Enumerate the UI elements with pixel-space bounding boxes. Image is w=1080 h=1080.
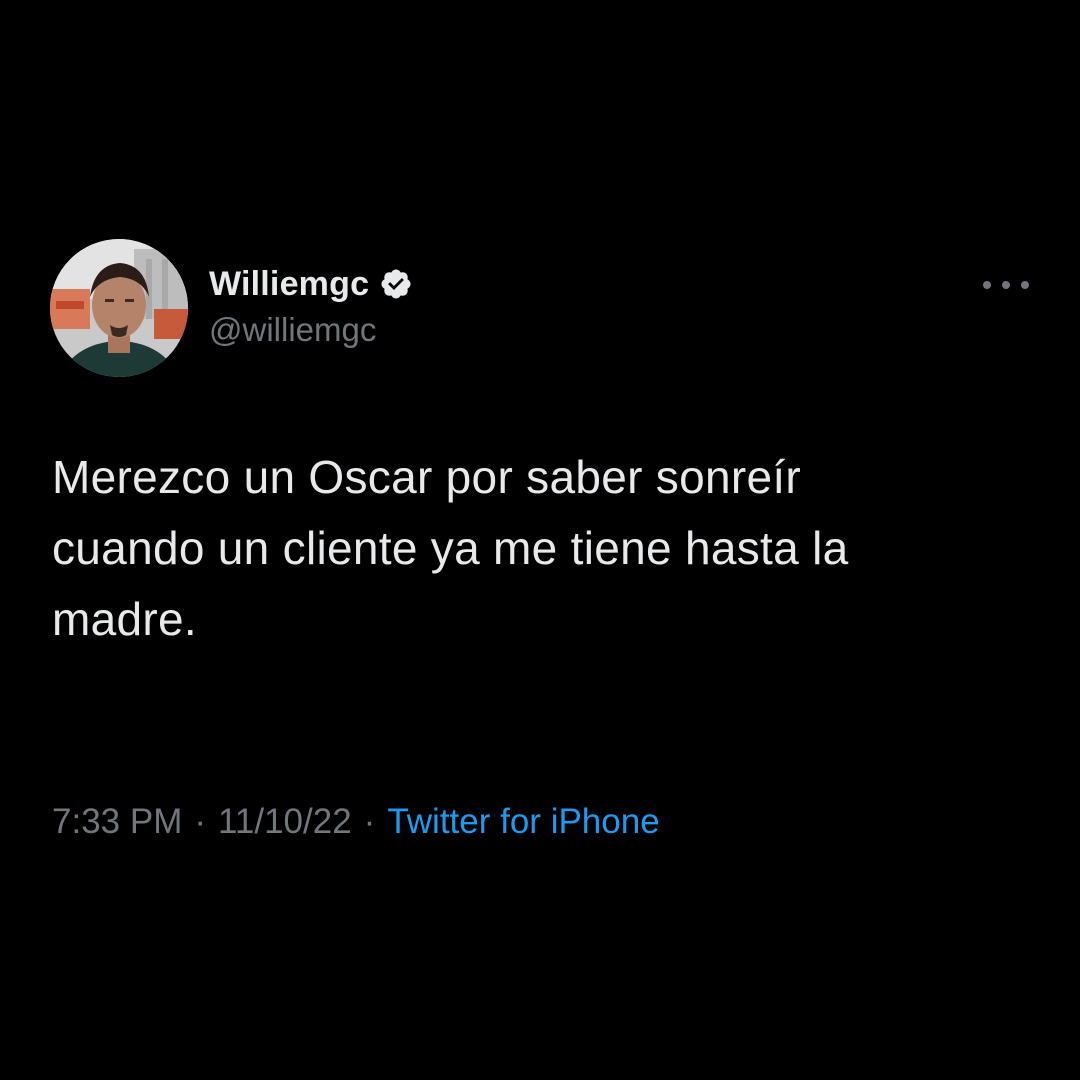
more-dot: [1002, 281, 1010, 289]
display-name[interactable]: Williemgc: [209, 262, 369, 306]
tweet-text: Merezco un Oscar por saber sonreír cuand…: [52, 451, 849, 645]
more-options-icon[interactable]: [983, 270, 1029, 300]
separator: ·: [363, 802, 376, 841]
tweet-card: Williemgc @williemgc Merezco un Oscar po…: [0, 0, 1080, 1080]
tweet-time[interactable]: 7:33 PM: [52, 802, 182, 841]
verified-badge-icon: [379, 267, 413, 301]
tweet-date[interactable]: 11/10/22: [218, 802, 352, 841]
avatar-image: [50, 239, 188, 377]
avatar[interactable]: [50, 239, 188, 377]
name-row: Williemgc: [209, 262, 413, 306]
tweet-metadata: 7:33 PM · 11/10/22 · Twitter for iPhone: [52, 800, 660, 844]
user-handle[interactable]: @williemgc: [209, 308, 413, 352]
separator: ·: [194, 802, 207, 841]
tweet-source-link[interactable]: Twitter for iPhone: [387, 802, 659, 841]
author-info: Williemgc @williemgc: [209, 262, 413, 352]
more-dot: [983, 281, 991, 289]
more-dot: [1021, 281, 1029, 289]
